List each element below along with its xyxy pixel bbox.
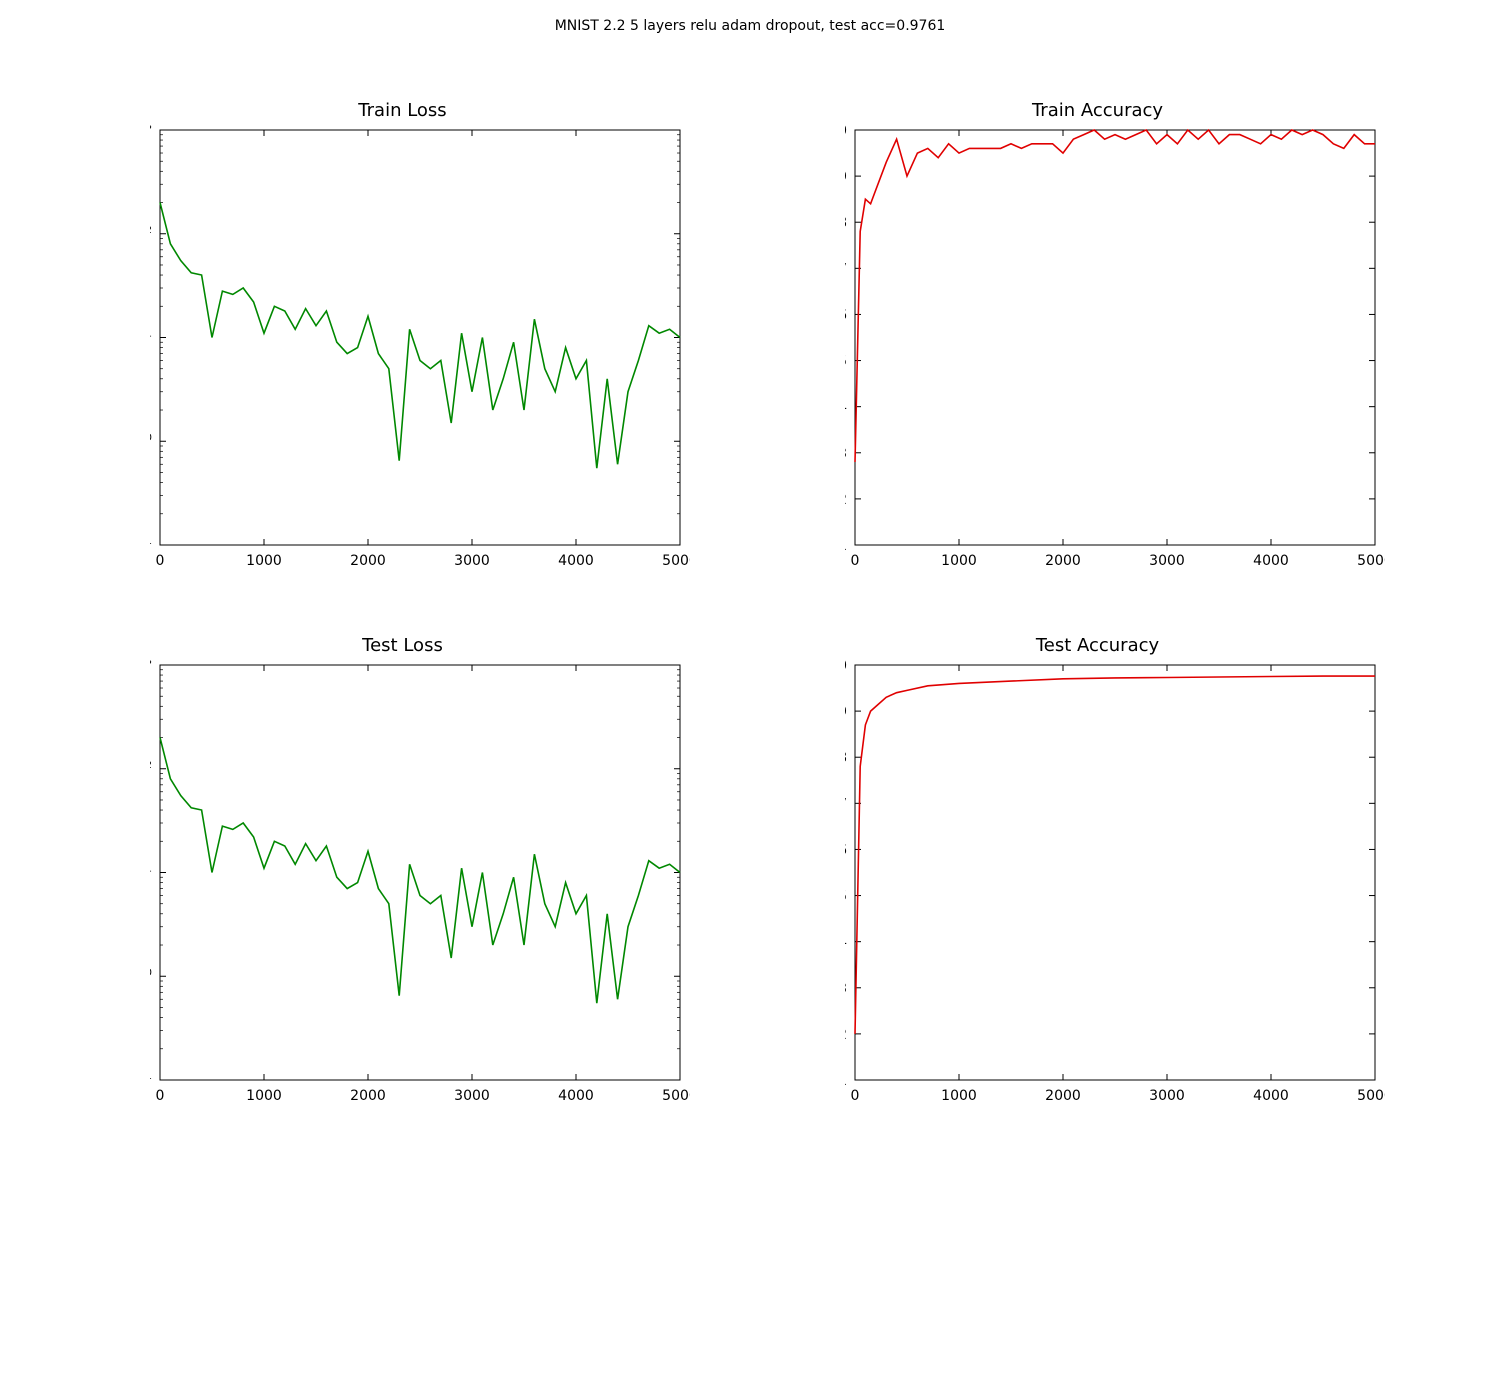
svg-text:0.3: 0.3	[845, 981, 847, 997]
svg-text:0.3: 0.3	[845, 446, 847, 462]
svg-text:1000: 1000	[246, 553, 282, 569]
svg-text:0.9: 0.9	[845, 704, 847, 720]
figure-suptitle: MNIST 2.2 5 layers relu adam dropout, te…	[0, 18, 1500, 34]
plot-svg: 0 1000 2000 3000 4000 5000 0.1 0.2 0.3 0.4 0.5 0.6 0…	[845, 125, 1385, 575]
svg-text:0: 0	[851, 1088, 860, 1104]
svg-text:4000: 4000	[558, 553, 594, 569]
plot-title: Train Accuracy	[785, 100, 1410, 121]
svg-text:10-1: 10-1	[150, 536, 152, 554]
svg-text:0.9: 0.9	[845, 169, 847, 185]
svg-text:101: 101	[150, 864, 152, 882]
svg-text:0.5: 0.5	[845, 889, 847, 905]
plot-grid: Train Loss 01000200030004000500010-11001…	[90, 100, 1410, 1110]
axes-test-loss: 0 1000 2000 3000 4000 5000 10-1 100 101 102 103	[150, 660, 715, 1110]
svg-text:5000: 5000	[662, 1088, 690, 1104]
svg-text:0: 0	[156, 1088, 165, 1104]
svg-text:0.6: 0.6	[845, 842, 847, 858]
svg-text:102: 102	[150, 225, 152, 243]
svg-text:0.4: 0.4	[845, 935, 847, 951]
axes-test-accuracy: 0 1000 2000 3000 4000 5000 0.1 0.2 0.3 0.4 0.5 0.6 0…	[845, 660, 1410, 1110]
svg-text:0: 0	[156, 553, 165, 569]
svg-text:0.4: 0.4	[845, 400, 847, 416]
svg-text:0.6: 0.6	[845, 307, 847, 323]
svg-text:2000: 2000	[350, 1088, 386, 1104]
svg-text:3000: 3000	[454, 1088, 490, 1104]
svg-text:102: 102	[150, 760, 152, 778]
svg-text:1000: 1000	[941, 553, 977, 569]
svg-text:103: 103	[150, 660, 152, 674]
svg-text:1000: 1000	[941, 1088, 977, 1104]
svg-text:0.7: 0.7	[845, 796, 847, 812]
svg-text:4000: 4000	[558, 1088, 594, 1104]
svg-text:0.2: 0.2	[845, 1027, 847, 1043]
svg-text:1.0: 1.0	[845, 125, 847, 139]
svg-text:0.1: 0.1	[845, 538, 847, 554]
plot-svg: 0 1000 2000 3000 4000 5000 10-1 100 101 102 103	[150, 125, 690, 575]
svg-text:5000: 5000	[1357, 553, 1385, 569]
svg-text:100: 100	[150, 967, 152, 985]
axes-train-loss: 0 1000 2000 3000 4000 5000 10-1 100 101 102 103	[150, 125, 715, 575]
panel-test-loss: Test Loss 0 1000 2000 3000 4000 5000 10-1 100 10…	[90, 635, 715, 1110]
svg-text:5000: 5000	[1357, 1088, 1385, 1104]
svg-text:4000: 4000	[1253, 1088, 1289, 1104]
svg-text:3000: 3000	[1149, 1088, 1185, 1104]
plot-svg: 0 1000 2000 3000 4000 5000 0.1 0.2 0.3 0.4 0.5 0.6 0…	[845, 660, 1385, 1110]
svg-text:101: 101	[150, 329, 152, 347]
svg-text:0: 0	[851, 553, 860, 569]
svg-text:103: 103	[150, 125, 152, 139]
svg-text:0.7: 0.7	[845, 261, 847, 277]
svg-text:4000: 4000	[1253, 553, 1289, 569]
svg-text:3000: 3000	[1149, 553, 1185, 569]
svg-text:100: 100	[150, 432, 152, 450]
svg-text:5000: 5000	[662, 553, 690, 569]
plot-svg: 0 1000 2000 3000 4000 5000 10-1 100 101 102 103	[150, 660, 690, 1110]
svg-text:2000: 2000	[1045, 1088, 1081, 1104]
plot-title: Test Loss	[90, 635, 715, 656]
svg-text:0.8: 0.8	[845, 215, 847, 231]
svg-text:1000: 1000	[246, 1088, 282, 1104]
page: MNIST 2.2 5 layers relu adam dropout, te…	[0, 0, 1500, 1400]
svg-text:10-1: 10-1	[150, 1071, 152, 1089]
panel-test-accuracy: Test Accuracy 0 1000 2000 3000 4000 5000 0.1 0.…	[785, 635, 1410, 1110]
plot-title: Test Accuracy	[785, 635, 1410, 656]
panel-train-accuracy: Train Accuracy 0100020003000400050000.10…	[785, 100, 1410, 575]
svg-text:2000: 2000	[350, 553, 386, 569]
svg-text:0.5: 0.5	[845, 354, 847, 370]
svg-text:0.1: 0.1	[845, 1073, 847, 1089]
svg-text:3000: 3000	[454, 553, 490, 569]
plot-title: Train Loss	[90, 100, 715, 121]
panel-train-loss: Train Loss 0 1000 2000 3000 4000 5000 10-1 100 1…	[90, 100, 715, 575]
svg-text:0.2: 0.2	[845, 492, 847, 508]
svg-text:0.8: 0.8	[845, 750, 847, 766]
svg-text:2000: 2000	[1045, 553, 1081, 569]
svg-text:1.0: 1.0	[845, 660, 847, 674]
axes-train-accuracy: 0 1000 2000 3000 4000 5000 0.1 0.2 0.3 0.4 0.5 0.6 0…	[845, 125, 1410, 575]
